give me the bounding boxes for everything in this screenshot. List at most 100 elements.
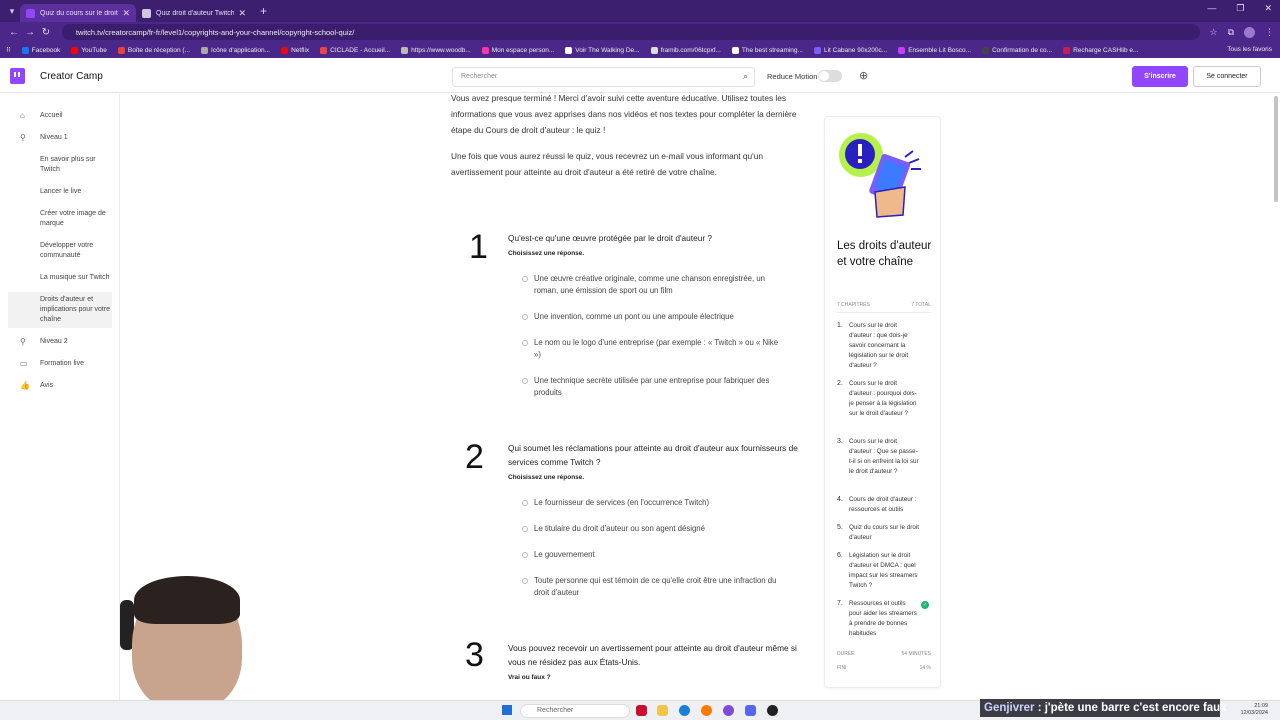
copyright-warning-illustration-icon (839, 133, 921, 218)
bookmark[interactable]: Ensemble Lit Bosco... (898, 46, 971, 54)
new-tab-icon[interactable]: + (260, 4, 267, 18)
minimize-icon[interactable]: — (1207, 3, 1216, 14)
obs-icon[interactable] (767, 705, 778, 716)
answer-option[interactable]: Le fournisseur de services (en l'occurre… (534, 497, 784, 509)
profile-avatar[interactable] (1244, 26, 1256, 38)
bookmark[interactable]: Lit Cabane 90x200c... (813, 46, 887, 54)
extensions-icon[interactable]: ⧉ (1228, 27, 1234, 38)
webcam-overlay (112, 570, 272, 700)
all-bookmarks-button[interactable]: Tous les favoris (1227, 46, 1272, 53)
answer-option[interactable]: Une technique secrète utilisée par une e… (534, 375, 784, 399)
bookmark[interactable]: Confirmation de co... (982, 46, 1052, 54)
bookmark[interactable]: Netflix (281, 46, 309, 54)
discord-icon[interactable] (745, 705, 756, 716)
app-icon[interactable] (636, 705, 647, 716)
bookmark[interactable]: Mon espace person... (481, 46, 554, 54)
close-window-icon[interactable]: ✕ (1264, 3, 1272, 14)
close-tab-icon[interactable]: ✕ (122, 8, 130, 19)
browser-tab-active[interactable]: Quiz du cours sur le droit d'auteur ✕ (20, 4, 136, 22)
firefox-icon[interactable] (701, 705, 712, 716)
login-button[interactable]: Se connecter (1193, 66, 1261, 87)
course-meta: 7 CHAPITRES 7 TOTAL (837, 302, 931, 313)
tab-list-icon[interactable]: ▾ (4, 3, 20, 19)
bookmark[interactable]: framib.com/06tcpxf... (650, 46, 721, 54)
windows-start-icon[interactable] (502, 705, 512, 715)
search-icon[interactable]: ⌕ (743, 71, 748, 82)
back-icon[interactable]: ← (6, 27, 22, 38)
signup-button[interactable]: S'inscrire (1132, 66, 1188, 87)
tab-title: Quiz droit d'auteur Twitch (156, 9, 235, 17)
apps-icon[interactable]: ⠿ (6, 46, 11, 54)
chrome-icon[interactable] (723, 705, 734, 716)
chapter-item[interactable]: 4. Cours de droit d'auteur : ressources e… (837, 495, 932, 515)
taskbar-search[interactable]: Rechercher (520, 704, 630, 718)
reload-icon[interactable]: ↻ (38, 27, 54, 38)
answer-radio[interactable] (522, 500, 528, 506)
bookmark[interactable]: Boîte de réception (... (117, 46, 190, 54)
browser-tab-bar: ▾ Quiz du cours sur le droit d'auteur ✕ … (0, 0, 1280, 22)
edge-icon[interactable] (679, 705, 690, 716)
chapter-item[interactable]: 1. Cours sur le droit d'auteur : que dois… (837, 321, 932, 369)
thumbs-up-icon: 👍 (20, 381, 30, 390)
reduce-motion-toggle[interactable] (818, 70, 842, 82)
search-input[interactable]: Rechercher ⌕ (452, 67, 755, 87)
intro-paragraph-2: Une fois que vous aurez réussi le quiz, … (451, 151, 763, 177)
answer-option[interactable]: Le nom ou le logo d'une entreprise (par … (534, 337, 784, 361)
answer-radio[interactable] (522, 340, 528, 346)
chapter-item[interactable]: 3. Cours sur le droit d'auteur : Que se p… (837, 437, 932, 485)
chapter-item[interactable]: 5. Quiz du cours sur le droit d'auteur (837, 523, 932, 543)
star-icon[interactable]: ☆ (1210, 27, 1218, 38)
taskbar-clock[interactable]: 21:09 12/03/2024 (1240, 703, 1268, 717)
bookmark[interactable]: YouTube (71, 46, 107, 54)
bookmark[interactable]: The best streaming... (731, 46, 803, 54)
level-icon: ⚲ (20, 133, 26, 142)
answer-option[interactable]: Une œuvre créative originale, comme une … (534, 273, 784, 297)
stream-chat-overlay: Genjivrer : j'pète une barre c'est encor… (980, 699, 1227, 717)
bookmark[interactable]: Facebook (21, 46, 60, 54)
chapter-item[interactable]: 6. Législation sur le droit d'auteur et D… (837, 551, 932, 591)
answer-radio[interactable] (522, 578, 528, 584)
answer-option[interactable]: Toute personne qui est témoin de ce qu'e… (534, 575, 784, 599)
close-tab-icon[interactable]: ✕ (238, 8, 246, 19)
chapter-number: 4. (837, 496, 843, 503)
answer-option[interactable]: Le titulaire du droit d'auteur ou son ag… (534, 523, 784, 535)
chapter-item[interactable]: 2. Cours sur le droit d'auteur : pourquoi… (837, 379, 932, 427)
bookmark[interactable]: CICLADE - Accueil... (320, 46, 390, 54)
chapter-item[interactable]: 7. Ressources et outils pour aider les st… (837, 599, 932, 639)
page-scrollbar[interactable] (1274, 96, 1278, 202)
menu-icon[interactable]: ⋮ (1265, 27, 1274, 38)
bookmark[interactable]: Icône d'application... (201, 46, 270, 54)
globe-icon[interactable]: ⊕ (859, 69, 868, 82)
forward-icon[interactable]: → (22, 27, 38, 38)
answer-radio[interactable] (522, 552, 528, 558)
bookmark[interactable]: Voir The Walking De... (565, 46, 640, 54)
answer-radio[interactable] (522, 314, 528, 320)
answer-radio[interactable] (522, 378, 528, 384)
browser-tab[interactable]: Quiz droit d'auteur Twitch ✕ (136, 4, 252, 22)
main-content: Vous avez presque terminé ! Merci d'avoi… (121, 93, 1271, 700)
course-progress: FINI 14 % (837, 665, 931, 671)
question-hint: Choisissez une réponse. (508, 474, 585, 481)
duration-label: DURÉE (837, 651, 855, 657)
progress-label: FINI (837, 665, 847, 671)
progress-value: 14 % (919, 665, 931, 671)
sidebar-item-label: Formation live (40, 360, 84, 367)
reduce-motion-label: Reduce Motion (767, 72, 818, 81)
answer-radio[interactable] (522, 276, 528, 282)
brand-title[interactable]: Creator Camp (40, 71, 103, 82)
sidebar-item-label: Accueil (40, 112, 63, 119)
bookmark[interactable]: Recharge CASHlib e... (1063, 46, 1138, 54)
file-explorer-icon[interactable] (657, 705, 668, 716)
answer-option[interactable]: Le gouvernement (534, 549, 784, 561)
sidebar-item-label: Créer votre image de marque (40, 210, 106, 227)
maximize-icon[interactable]: ❐ (1236, 3, 1244, 14)
answer-option[interactable]: Une invention, comme un pont ou une ampo… (534, 311, 784, 323)
chapter-title: Quiz du cours sur le droit d'auteur (849, 524, 919, 541)
sidebar-item-label: Niveau 1 (40, 134, 68, 141)
bookmark[interactable]: https://www.woodb... (401, 46, 471, 54)
chapter-number: 2. (837, 380, 843, 387)
sidebar-item-label: La musique sur Twitch (40, 274, 110, 281)
twitch-logo-icon[interactable] (10, 68, 25, 84)
url-field[interactable]: twitch.tv/creatorcamp/fr-fr/level1/copyr… (61, 24, 1200, 40)
answer-radio[interactable] (522, 526, 528, 532)
